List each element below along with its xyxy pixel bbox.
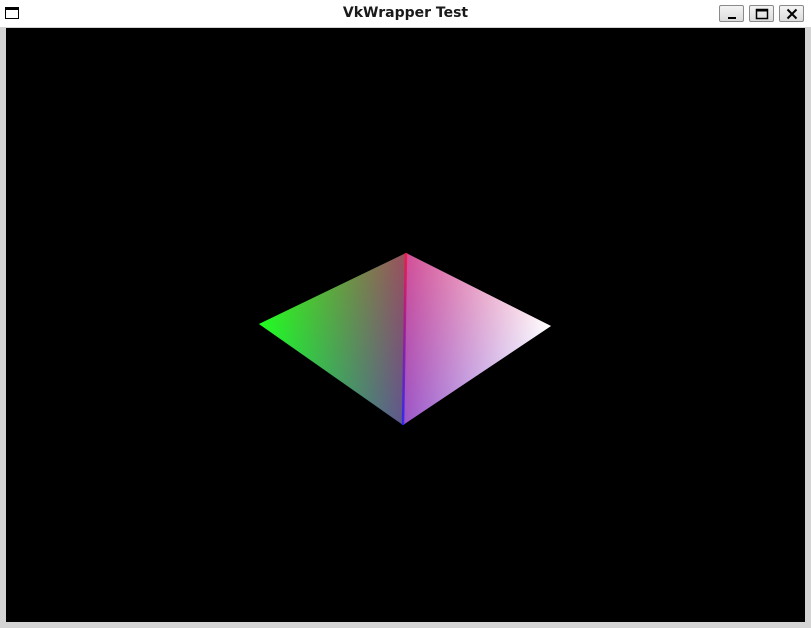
window-title: VkWrapper Test bbox=[342, 5, 469, 21]
close-button[interactable] bbox=[779, 5, 804, 22]
title-bar[interactable]: VkWrapper Test bbox=[0, 0, 811, 27]
minimize-icon bbox=[728, 17, 736, 19]
render-canvas bbox=[259, 252, 551, 426]
colored-quad bbox=[259, 252, 551, 426]
maximize-icon bbox=[755, 8, 769, 20]
minimize-button[interactable] bbox=[719, 5, 744, 22]
close-icon bbox=[786, 8, 798, 20]
app-window: VkWrapper Test bbox=[0, 0, 811, 628]
maximize-button[interactable] bbox=[749, 5, 774, 22]
render-viewport[interactable] bbox=[6, 28, 805, 622]
